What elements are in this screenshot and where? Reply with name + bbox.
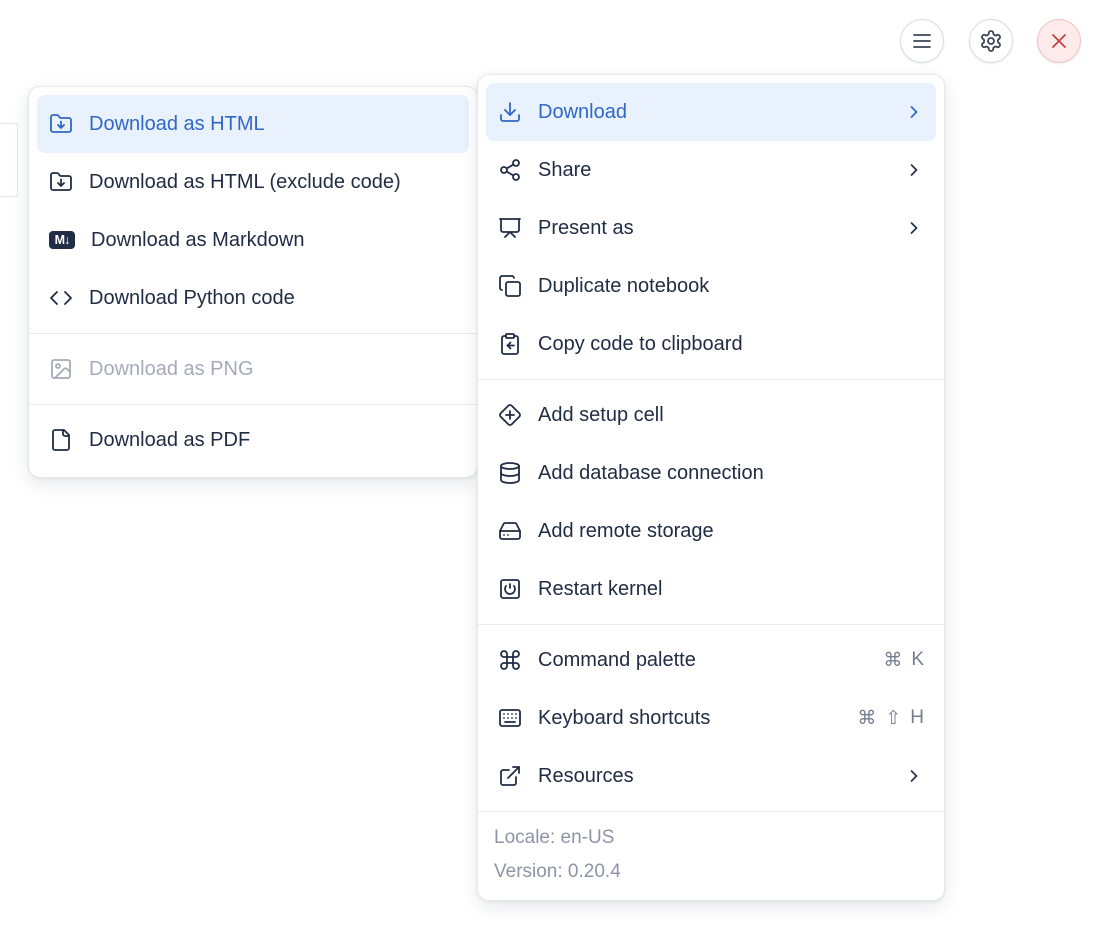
copy-icon: [498, 274, 522, 298]
menu-item-download-as-html[interactable]: Download as HTML: [37, 95, 469, 153]
menu-item-restart-kernel[interactable]: Restart kernel: [486, 560, 936, 618]
command-icon: [498, 648, 522, 672]
menu-item-label: Download as HTML: [89, 113, 457, 136]
menu-item-label: Add database connection: [538, 462, 924, 485]
menu-item-label: Share: [538, 159, 888, 182]
menu-item-label: Duplicate notebook: [538, 275, 924, 298]
database-icon: [498, 461, 522, 485]
menu-item-download-as-pdf[interactable]: Download as PDF: [37, 411, 469, 469]
code-icon: [49, 286, 73, 310]
menu-item-label: Download as Markdown: [91, 229, 457, 252]
power-square-icon: [498, 577, 522, 601]
hard-drive-icon: [498, 519, 522, 543]
menu-item-label: Resources: [538, 765, 888, 788]
menu-item-label: Download as PDF: [89, 429, 457, 452]
download-submenu: Download as HTML Download as HTML (exclud…: [28, 86, 478, 478]
close-icon: [1047, 29, 1071, 53]
download-icon: [498, 100, 522, 124]
keyboard-shortcut-hint: ⌘⇧H: [857, 707, 924, 730]
chevron-right-icon: [904, 160, 924, 180]
background-cell-edge: [0, 123, 18, 197]
keyboard-shortcut-hint: ⌘K: [883, 649, 924, 672]
settings-button[interactable]: [969, 19, 1013, 63]
folder-down-icon: [49, 170, 73, 194]
keyboard-icon: [498, 706, 522, 730]
close-app-button[interactable]: [1037, 19, 1081, 63]
menu-divider: [478, 379, 944, 380]
chevron-right-icon: [904, 102, 924, 122]
menu-item-label: Add remote storage: [538, 520, 924, 543]
menu-item-copy-code-to-clipboard[interactable]: Copy code to clipboard: [486, 315, 936, 373]
chevron-right-icon: [904, 218, 924, 238]
chevron-right-icon: [904, 766, 924, 786]
locale-text: Locale: en-US: [494, 821, 936, 855]
external-link-icon: [498, 764, 522, 788]
menu-item-share[interactable]: Share: [486, 141, 936, 199]
menu-item-duplicate-notebook[interactable]: Duplicate notebook: [486, 257, 936, 315]
image-icon: [49, 357, 73, 381]
share-icon: [498, 158, 522, 182]
menu-divider: [29, 333, 477, 334]
menu-item-label: Copy code to clipboard: [538, 333, 924, 356]
menu-item-label: Restart kernel: [538, 578, 924, 601]
menu-item-label: Command palette: [538, 649, 867, 672]
app-background: Download as HTML Download as HTML (exclud…: [0, 0, 1116, 932]
version-text: Version: 0.20.4: [494, 855, 936, 889]
file-icon: [49, 428, 73, 452]
menu-item-add-database-connection[interactable]: Add database connection: [486, 444, 936, 502]
menu-divider: [478, 624, 944, 625]
menu-item-download-as-png: Download as PNG: [37, 340, 469, 398]
menu-item-label: Download: [538, 101, 888, 124]
menu-item-label: Download as HTML (exclude code): [89, 171, 457, 194]
hamburger-icon: [910, 29, 934, 53]
menu-item-command-palette[interactable]: Command palette ⌘K: [486, 631, 936, 689]
menu-item-download-as-html-exclude-code[interactable]: Download as HTML (exclude code): [37, 153, 469, 211]
menu-item-label: Present as: [538, 217, 888, 240]
presentation-icon: [498, 216, 522, 240]
menu-item-present-as[interactable]: Present as: [486, 199, 936, 257]
menu-item-download-python-code[interactable]: Download Python code: [37, 269, 469, 327]
menu-item-keyboard-shortcuts[interactable]: Keyboard shortcuts ⌘⇧H: [486, 689, 936, 747]
hamburger-menu-button[interactable]: [900, 19, 944, 63]
menu-item-add-setup-cell[interactable]: Add setup cell: [486, 386, 936, 444]
menu-item-label: Download as PNG: [89, 358, 457, 381]
menu-item-label: Download Python code: [89, 287, 457, 310]
menu-footer: Locale: en-US Version: 0.20.4: [478, 811, 944, 900]
folder-down-icon: [49, 112, 73, 136]
markdown-badge-icon: M↓: [49, 231, 75, 249]
notebook-menu: Download Share Present as Duplicate noteboo…: [477, 74, 945, 901]
menu-item-resources[interactable]: Resources: [486, 747, 936, 805]
menu-divider: [29, 404, 477, 405]
gear-icon: [979, 29, 1003, 53]
clipboard-arrow-icon: [498, 332, 522, 356]
menu-item-label: Keyboard shortcuts: [538, 707, 841, 730]
diamond-plus-icon: [498, 403, 522, 427]
menu-item-label: Add setup cell: [538, 404, 924, 427]
menu-item-add-remote-storage[interactable]: Add remote storage: [486, 502, 936, 560]
menu-item-download[interactable]: Download: [486, 83, 936, 141]
menu-item-download-as-markdown[interactable]: M↓ Download as Markdown: [37, 211, 469, 269]
